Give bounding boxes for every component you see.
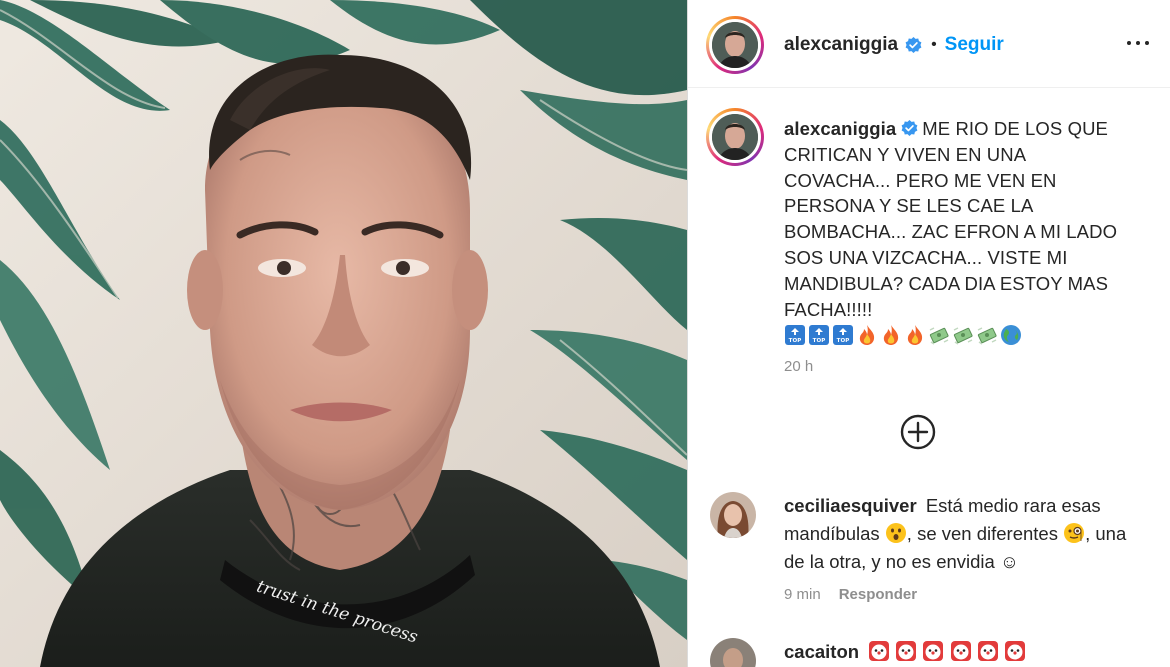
author-username[interactable]: alexcaniggia <box>784 34 898 56</box>
author-avatar-image <box>712 22 758 68</box>
commenter-avatar-image <box>710 492 756 538</box>
post-image: trust in the process <box>0 0 687 667</box>
money-emoji <box>953 327 973 345</box>
follow-button[interactable]: Seguir <box>945 34 1004 56</box>
commenter-avatar[interactable] <box>710 638 756 667</box>
commenter-username[interactable]: ceciliaesquiver <box>784 495 917 516</box>
verified-badge-icon <box>905 36 922 53</box>
face-with-monocle-emoji <box>1064 523 1085 543</box>
commenter-username[interactable]: cacaiton <box>784 641 859 662</box>
author-avatar[interactable] <box>706 16 764 74</box>
post-side-panel: alexcaniggia • Seguir alexcaniggia ME RI… <box>687 0 1170 667</box>
fire-emoji <box>883 325 899 346</box>
caption-emoji-row: TOP TOP TOP <box>784 324 1129 346</box>
comment-meta: 9 min Responder <box>784 586 917 603</box>
clown-face-emoji <box>896 641 917 661</box>
comment-time[interactable]: 9 min <box>784 586 821 603</box>
header-separator: • <box>931 36 937 53</box>
top-arrow-emoji: TOP <box>785 325 805 346</box>
caption-body: ME RIO DE LOS QUE CRITICAN Y VIVEN EN UN… <box>784 118 1118 320</box>
top-arrow-emoji: TOP <box>833 325 853 346</box>
commenter-avatar-image <box>710 638 756 667</box>
fire-emoji <box>859 325 875 346</box>
caption-verified-badge-icon <box>901 120 918 136</box>
comment-text: cacaiton <box>784 638 1134 666</box>
comment-body-part2: , se ven diferentes <box>906 523 1058 544</box>
clown-face-emoji <box>977 641 998 661</box>
svg-text:TOP: TOP <box>837 338 850 344</box>
load-more-comments-icon[interactable] <box>898 412 938 452</box>
clown-face-emoji <box>950 641 971 661</box>
clown-face-emoji <box>869 641 890 661</box>
astonished-face-emoji <box>885 523 906 543</box>
instagram-post: trust in the process alexcaniggia • Segu… <box>0 0 1170 667</box>
post-header: alexcaniggia • Seguir <box>688 0 1170 88</box>
comment-text: ceciliaesquiver Está medio rara esas man… <box>784 492 1134 576</box>
money-emoji <box>977 327 997 345</box>
caption-text-block: alexcaniggia ME RIO DE LOS QUE CRITICAN … <box>784 116 1129 346</box>
caption-username[interactable]: alexcaniggia <box>784 118 896 139</box>
globe-emoji <box>1001 325 1021 346</box>
more-options-icon[interactable] <box>1123 28 1153 58</box>
caption-author-avatar[interactable] <box>706 108 764 166</box>
top-arrow-emoji: TOP <box>809 325 829 346</box>
header-user-line: alexcaniggia • Seguir <box>784 34 1004 56</box>
comment-emoji-row <box>868 641 1026 662</box>
commenter-avatar[interactable] <box>710 492 756 538</box>
post-timestamp[interactable]: 20 h <box>784 358 813 375</box>
money-emoji <box>929 327 949 345</box>
reply-button[interactable]: Responder <box>839 586 917 603</box>
caption-avatar-image <box>712 114 758 160</box>
clown-face-emoji <box>1004 641 1025 661</box>
fire-emoji <box>907 325 923 346</box>
post-photo[interactable]: trust in the process <box>0 0 687 667</box>
clown-face-emoji <box>923 641 944 661</box>
svg-text:TOP: TOP <box>813 338 826 344</box>
svg-text:TOP: TOP <box>789 338 802 344</box>
